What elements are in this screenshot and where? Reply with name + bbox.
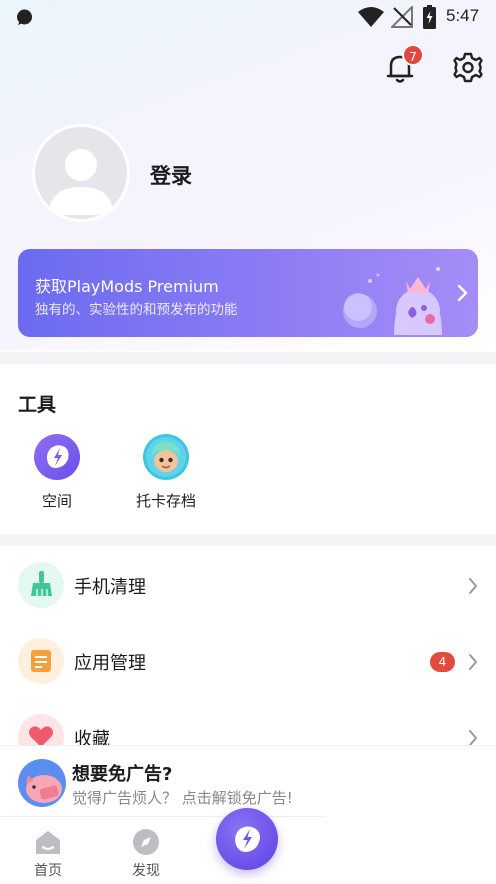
- notification-badge: 7: [402, 44, 424, 66]
- chevron-right-icon: [469, 578, 477, 594]
- wifi-icon: [358, 7, 384, 27]
- avatar[interactable]: [32, 124, 130, 222]
- space-icon: [34, 434, 80, 480]
- compass-icon: [133, 829, 159, 855]
- menu-item-label: 手机清理: [74, 577, 146, 598]
- tool-toca-save[interactable]: 托卡存档: [121, 432, 211, 516]
- tool-space[interactable]: 空间: [12, 432, 102, 516]
- clock: 5:47: [446, 6, 480, 25]
- premium-subtitle: 独有的、实验性的和预发布的功能: [35, 302, 238, 318]
- toca-save-icon: [143, 434, 189, 480]
- default-user-icon: [49, 149, 113, 215]
- ad-pig-icon: [18, 759, 66, 807]
- tools-section-title: 工具: [18, 394, 57, 416]
- battery-charging-icon: [423, 5, 436, 29]
- chevron-right-icon: [457, 284, 468, 302]
- premium-banner[interactable]: 获取PlayMods Premium 独有的、实验性的和预发布的功能: [18, 249, 478, 337]
- home-icon: [36, 831, 60, 854]
- message-icon: [17, 9, 32, 25]
- ad-subtitle: 觉得广告烦人？ 点击解锁免广告!: [72, 789, 293, 807]
- status-bar: 5:47: [0, 0, 496, 34]
- remove-ads-banner[interactable]: 想要免广告? 觉得广告烦人？ 点击解锁免广告!: [0, 745, 496, 817]
- section-divider: [0, 534, 496, 546]
- gear-icon: [453, 52, 483, 83]
- nav-home[interactable]: 首页: [16, 822, 80, 882]
- tool-label: 空间: [41, 492, 72, 510]
- section-divider: [0, 352, 496, 364]
- broom-icon: [18, 562, 64, 608]
- tool-label: 托卡存档: [135, 492, 196, 510]
- premium-title: 获取PlayMods Premium: [35, 277, 219, 296]
- menu-item-label: 应用管理: [74, 653, 146, 674]
- playmods-logo-icon: [235, 826, 260, 852]
- menu-item-phone-clean[interactable]: 手机清理: [0, 548, 496, 624]
- ad-title: 想要免广告?: [72, 764, 173, 785]
- nav-label: 首页: [34, 863, 62, 879]
- login-link[interactable]: 登录: [150, 160, 192, 190]
- settings-button[interactable]: [450, 49, 486, 85]
- no-signal-icon: [391, 6, 413, 28]
- menu-item-app-manage[interactable]: 应用管理 4: [0, 624, 496, 700]
- app-manage-icon: [18, 638, 64, 684]
- premium-mascot-icon: [343, 267, 442, 335]
- update-count-badge: 4: [430, 652, 455, 672]
- nav-discover[interactable]: 发现: [114, 822, 178, 882]
- chevron-right-icon: [469, 654, 477, 670]
- nav-label: 发现: [132, 863, 160, 879]
- center-action-button[interactable]: [216, 808, 278, 870]
